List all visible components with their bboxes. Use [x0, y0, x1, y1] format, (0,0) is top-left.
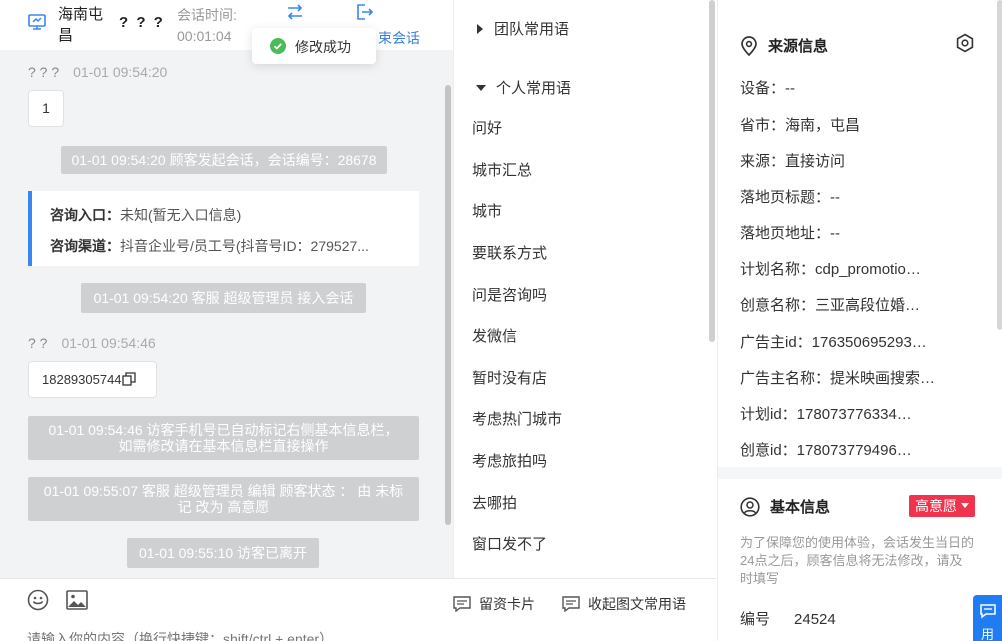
team-phrases-group[interactable]: 团队常用语: [476, 18, 569, 39]
info-advertiser-name: 广告主名称：提米映画搜索推广: [740, 370, 940, 387]
chat-scrollbar[interactable]: [445, 85, 451, 525]
collapse-phrases-button[interactable]: 收起图文常用语: [562, 594, 686, 614]
customer-info-panel: 来源信息 设备：-- 省市：海南，屯昌 来源：直接访问 落地页标题：-- 落地页…: [717, 0, 1002, 641]
consult-entry-label: 咨询入口：: [50, 207, 120, 223]
intent-status-label: 高意愿: [915, 498, 957, 514]
visitor-name: ? ? ?: [119, 14, 165, 31]
customer-id-label: 编号: [740, 611, 771, 628]
chat-box-icon: [562, 596, 580, 612]
message-time: 01-01 09:54:46: [61, 335, 156, 351]
system-message-line: 01-01 09:55:07 客服 超级管理员 编辑 顾客状态 ： 由 未标: [43, 483, 404, 499]
consult-info-card: 咨询入口：未知(暂无入口信息) 咨询渠道：抖音企业号/员工号(抖音号ID：279…: [28, 191, 419, 266]
consult-channel-label: 咨询渠道：: [50, 238, 120, 254]
phrases-panel: 团队常用语 个人常用语 问好 城市汇总 城市 要联系方式 问是咨询吗 发微信 暂…: [453, 0, 717, 578]
message-bubble: 1: [28, 90, 64, 127]
phrase-item[interactable]: 要联系方式: [472, 242, 547, 263]
user-circle-icon: [740, 496, 760, 517]
consult-channel-value: 抖音企业号/员工号(抖音号ID：279527...: [120, 238, 369, 254]
system-message-line: 如需修改请在基本信息栏直接操作: [118, 438, 329, 454]
edit-notice: 为了保障您的使用体验，会话发生当日的24点之后，顾客信息将无法修改，请及时填写: [740, 535, 975, 586]
session-time-label: 会话时间:: [177, 7, 237, 23]
system-message: 01-01 09:55:07 客服 超级管理员 编辑 顾客状态 ： 由 未标 记…: [28, 477, 419, 521]
intent-status-dropdown[interactable]: 高意愿: [909, 495, 975, 517]
phrase-item[interactable]: 暂时没有店: [472, 367, 547, 388]
info-device: 设备：--: [740, 80, 795, 97]
phrase-item[interactable]: 城市: [472, 200, 502, 221]
info-scrollbar[interactable]: [997, 0, 1002, 330]
message-time: 01-01 09:54:20: [73, 64, 168, 80]
personal-phrases-label: 个人常用语: [496, 80, 572, 97]
toast-text: 修改成功: [295, 39, 351, 55]
info-landing-url: 落地页地址：--: [740, 225, 840, 242]
system-message-line: 记 改为 高意愿: [177, 499, 270, 515]
source-info-header: 来源信息: [740, 35, 828, 56]
consult-entry-value: 未知(暂无入口信息): [120, 207, 242, 223]
phrase-item[interactable]: 窗口发不了: [472, 533, 547, 554]
sender-name: ? ? ?: [28, 64, 60, 80]
message-sender: ? ? 01-01 09:54:46: [28, 335, 156, 351]
info-creative-id: 创意id：1780737794960000: [740, 442, 915, 459]
message-input[interactable]: [27, 631, 447, 641]
message-composer: 留资卡片 收起图文常用语: [0, 578, 716, 641]
message-icon: [979, 604, 996, 619]
end-session-icon[interactable]: [354, 2, 374, 22]
lead-card-button[interactable]: 留资卡片: [453, 594, 535, 614]
info-plan-name: 计划名称：cdp_promotion_ad_rank...: [740, 261, 926, 278]
system-message: 01-01 09:54:20 客服 超级管理员 接入会话: [81, 283, 366, 313]
location-pin-icon: [741, 35, 757, 56]
emoji-icon[interactable]: [27, 589, 49, 611]
sender-name: ? ?: [28, 335, 48, 351]
source-info-title: 来源信息: [768, 38, 829, 55]
card-icon: [453, 596, 471, 612]
caret-down-icon: [961, 503, 969, 508]
customer-id-value: 24524: [794, 611, 836, 628]
customer-id-row: 编号 24524: [740, 608, 836, 629]
system-message: 01-01 09:54:20 顾客发起会话，会话编号：28678: [61, 146, 387, 174]
floating-button-label: 用: [980, 627, 994, 641]
caret-down-icon: [476, 84, 486, 91]
caret-right-icon: [477, 23, 483, 34]
info-province-city: 省市：海南，屯昌: [740, 117, 861, 134]
message-sender: ? ? ? 01-01 09:54:20: [28, 64, 167, 80]
system-message: 01-01 09:55:10 访客已离开: [127, 538, 319, 568]
visitor-location: 海南屯昌: [58, 6, 104, 44]
info-plan-id: 计划id：1780737763340000: [740, 406, 915, 423]
phrase-item[interactable]: 考虑热门城市: [472, 408, 562, 429]
phrase-item[interactable]: 发微信: [472, 325, 517, 346]
message-bubble: 18289305744: [28, 361, 157, 398]
info-source: 来源：直接访问: [740, 153, 846, 170]
floating-service-button[interactable]: 用: [973, 595, 1002, 641]
copy-icon[interactable]: [121, 372, 136, 386]
system-message-line: 01-01 09:54:46 访客手机号已自动标记右侧基本信息栏，: [48, 422, 399, 438]
success-toast: 修改成功: [252, 28, 376, 64]
transfer-icon[interactable]: [285, 2, 305, 22]
basic-info-header: 基本信息: [740, 496, 830, 517]
lead-card-label: 留资卡片: [479, 596, 535, 612]
personal-phrases-group[interactable]: 个人常用语: [476, 77, 571, 98]
monitor-icon: [28, 14, 46, 30]
collapse-phrases-label: 收起图文常用语: [588, 596, 686, 612]
phone-number-text: 18289305744: [42, 372, 122, 387]
phrase-item[interactable]: 考虑旅拍吗: [472, 450, 547, 471]
phrase-item[interactable]: 问是咨询吗: [472, 284, 547, 305]
info-creative-name: 创意名称：三亚高段位婚纱照...: [740, 297, 926, 314]
phrase-item[interactable]: 去哪拍: [472, 492, 517, 513]
basic-info-title: 基本信息: [770, 499, 831, 516]
phrases-scrollbar[interactable]: [709, 0, 715, 342]
info-advertiser-id: 广告主id：1763506952931234: [740, 334, 930, 351]
chat-header: 海南屯昌 ? ? ? 会话时间: 00:01:04 束会话: [0, 0, 453, 50]
phrase-item[interactable]: 城市汇总: [472, 159, 532, 180]
consult-entry-row: 咨询入口：未知(暂无入口信息): [50, 205, 400, 225]
consult-channel-row: 咨询渠道：抖音企业号/员工号(抖音号ID：279527...: [50, 236, 400, 256]
image-icon[interactable]: [66, 590, 88, 610]
chat-panel: 海南屯昌 ? ? ? 会话时间: 00:01:04 束会话 修改成功 ? ? ?…: [0, 0, 453, 641]
settings-icon[interactable]: [955, 33, 975, 53]
info-landing-title: 落地页标题：--: [740, 189, 840, 206]
team-phrases-label: 团队常用语: [494, 21, 570, 38]
check-circle-icon: [270, 38, 286, 54]
system-message: 01-01 09:54:46 访客手机号已自动标记右侧基本信息栏， 如需修改请在…: [28, 416, 419, 460]
phrase-item[interactable]: 问好: [472, 117, 502, 138]
session-time-value: 00:01:04: [177, 28, 232, 44]
section-divider: [718, 467, 1002, 479]
